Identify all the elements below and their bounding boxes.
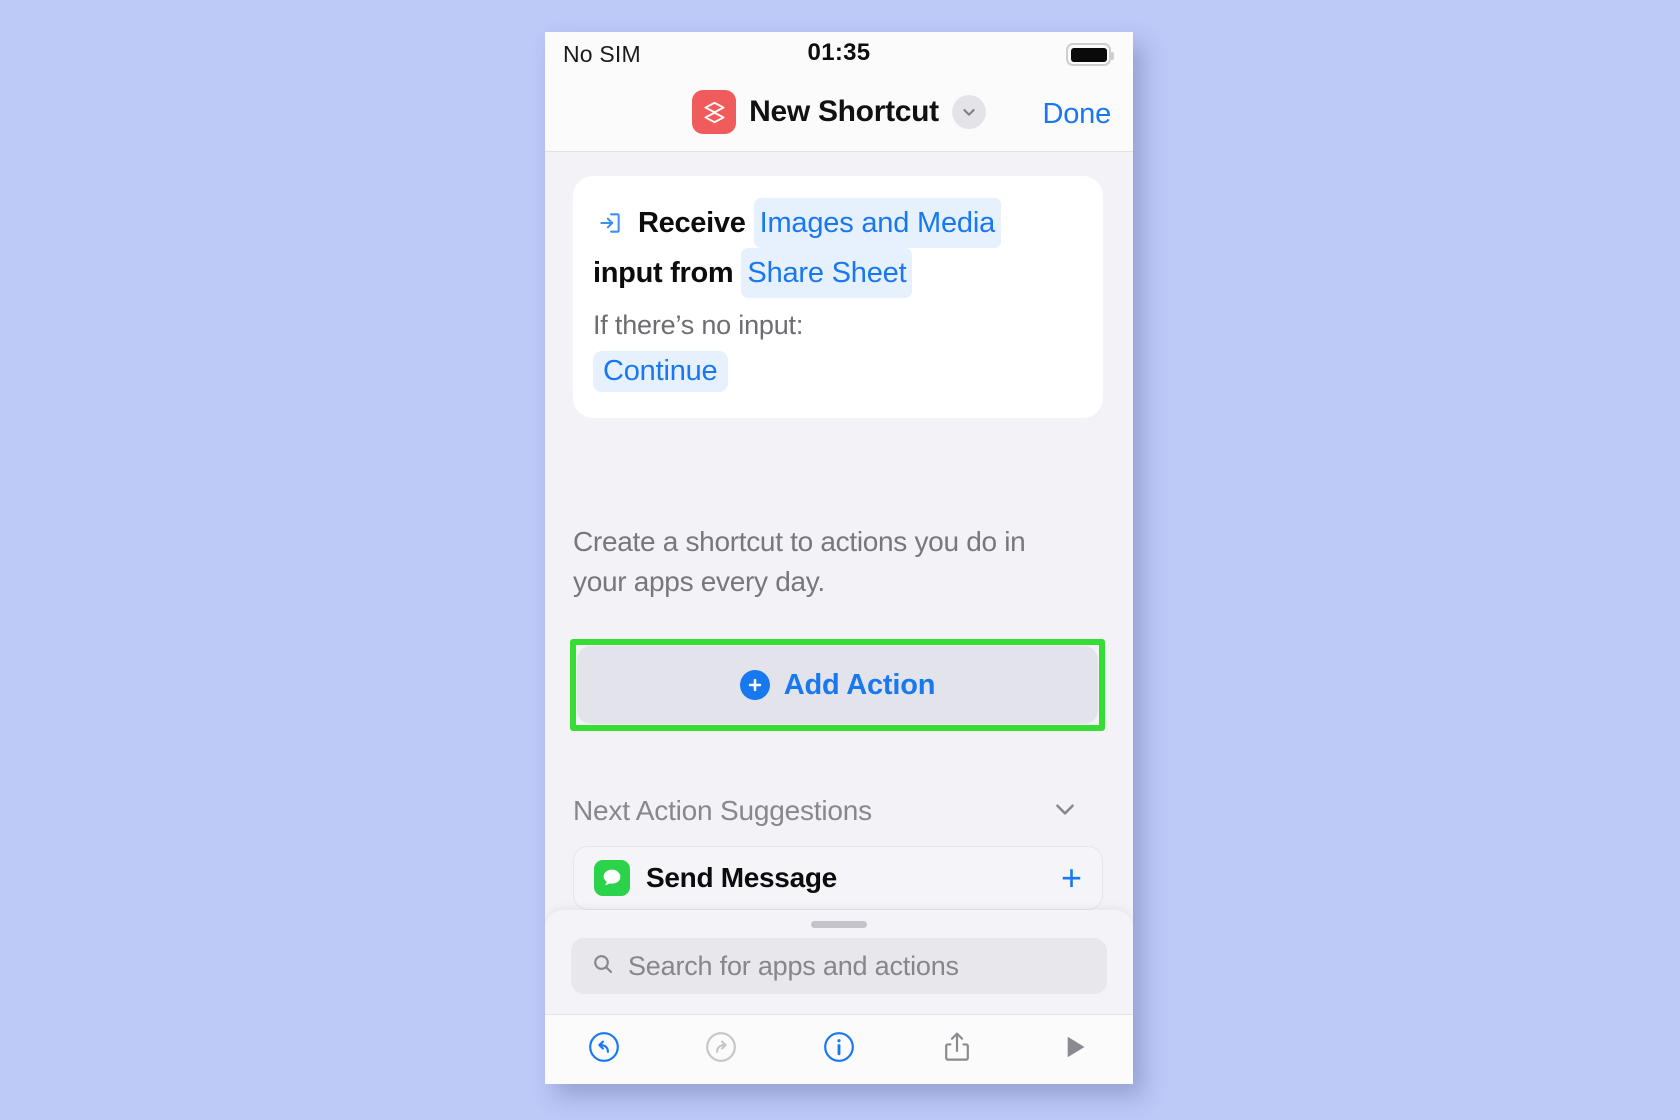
done-button[interactable]: Done [1042,98,1111,131]
shortcut-description-text: Create a shortcut to actions you do in y… [573,526,1026,597]
share-button[interactable] [898,1015,1016,1084]
no-input-value-wrap: Continue [593,351,1083,392]
info-button[interactable] [780,1015,898,1084]
add-action-highlight-box [570,639,1105,731]
chevron-down-icon[interactable] [951,95,986,129]
page-title: New Shortcut [749,95,939,128]
receive-input-icon [593,210,627,236]
no-input-value-token[interactable]: Continue [593,351,728,392]
sheet-drag-handle[interactable] [811,921,867,928]
input-type-token[interactable]: Images and Media [753,198,1001,248]
list-item[interactable]: Send Message + [573,846,1103,910]
search-icon [591,952,615,981]
undo-icon [586,1029,622,1070]
messages-app-icon [594,860,630,896]
search-placeholder: Search for apps and actions [628,950,959,981]
phone-screen: No SIM 01:35 New Shortcut Done Receive I… [545,32,1133,1084]
chevron-down-icon[interactable] [1052,796,1078,827]
suggestions-title: Next Action Suggestions [573,795,872,826]
undo-button[interactable] [545,1015,663,1084]
no-input-label: If there’s no input: [593,310,804,340]
input-from-keyword: input from [593,257,734,289]
navigation-bar: New Shortcut Done [545,76,1133,152]
editor-toolbar [545,1014,1133,1084]
receive-sentence: Receive Images and Media input from Shar… [593,198,1083,298]
shortcuts-app-icon [692,90,737,134]
suggestion-label: Send Message [646,862,837,893]
receive-keyword: Receive [638,207,746,239]
play-icon [1056,1029,1092,1070]
status-bar: No SIM 01:35 [545,32,1133,76]
battery-full-icon [1066,43,1114,66]
play-button[interactable] [1015,1015,1133,1084]
info-circle-icon [821,1029,857,1070]
action-search-sheet: Search for apps and actions [545,910,1133,1014]
search-input[interactable]: Search for apps and actions [571,938,1107,994]
share-icon [939,1029,975,1070]
plus-icon[interactable]: + [1061,860,1082,896]
receive-input-card[interactable]: Receive Images and Media input from Shar… [573,176,1103,418]
status-clock: 01:35 [807,39,871,66]
next-action-suggestions-header[interactable]: Next Action Suggestions [573,795,1078,827]
input-source-token[interactable]: Share Sheet [741,248,913,298]
redo-icon [703,1029,739,1070]
redo-button [663,1015,781,1084]
